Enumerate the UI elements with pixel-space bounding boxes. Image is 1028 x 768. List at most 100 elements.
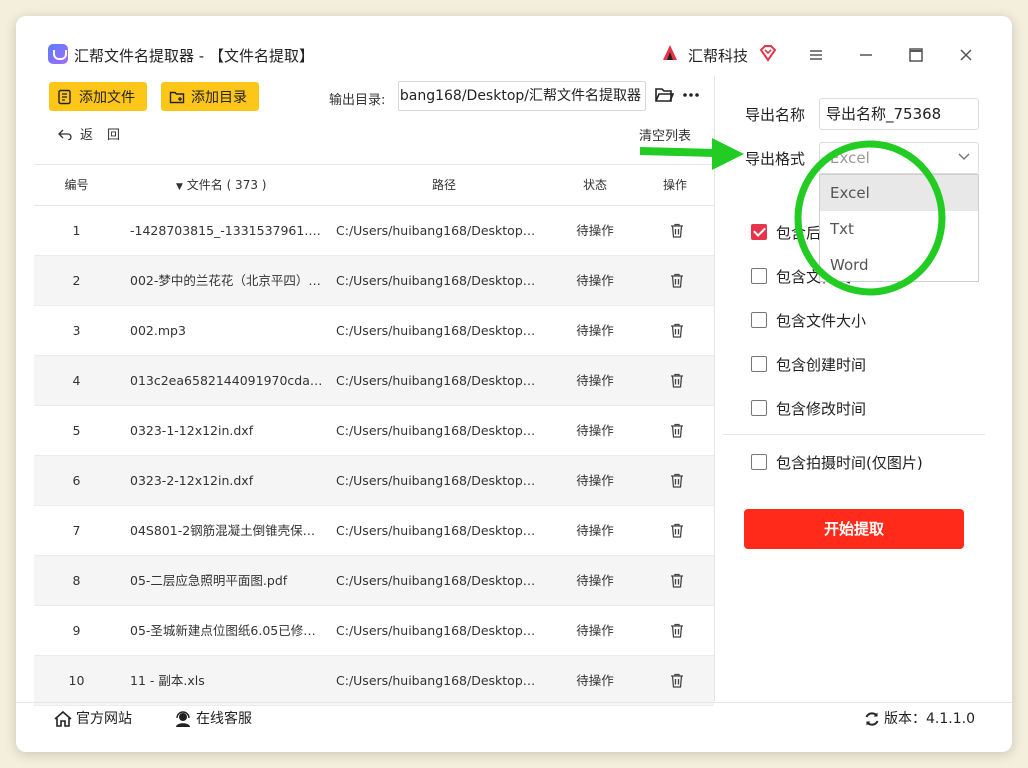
- app-window: 汇帮文件名提取器 - 【文件名提取】 汇帮科技 添加文件 添加目录 输出目录: …: [16, 16, 1012, 752]
- row-status: 待操作: [576, 323, 614, 338]
- table-row[interactable]: 7 04S801-2钢筋混凝土倒锥壳保温... C:/Users/huibang16…: [34, 506, 714, 556]
- row-delete-button[interactable]: [662, 506, 692, 555]
- window-title: 汇帮文件名提取器 - 【文件名提取】: [74, 47, 314, 65]
- add-directory-button[interactable]: 添加目录: [161, 82, 259, 111]
- row-status: 待操作: [576, 573, 614, 588]
- table-row[interactable]: 5 0323-1-12x12in.dxf C:/Users/huibang168/D…: [34, 406, 714, 456]
- customer-service-icon: [176, 711, 190, 727]
- table-row[interactable]: 10 11 - 副本.xls C:/Users/huibang168/Desktop…: [34, 656, 714, 706]
- row-status: 待操作: [576, 673, 614, 688]
- option-checkbox-label: 包含修改时间: [776, 400, 867, 418]
- format-option-txt[interactable]: Txt: [820, 211, 978, 247]
- official-site-link[interactable]: 官方网站: [54, 703, 132, 735]
- option-checkbox[interactable]: [751, 312, 767, 328]
- table-body: 1 -1428703815_-1331537961.png C:/Users/hui…: [34, 206, 714, 706]
- minimize-icon[interactable]: [857, 46, 875, 64]
- trash-icon: [671, 623, 683, 638]
- row-delete-button[interactable]: [662, 306, 692, 355]
- row-no: 7: [72, 523, 81, 538]
- row-status: 待操作: [576, 473, 614, 488]
- row-no: 5: [72, 423, 81, 438]
- title-bar: 汇帮文件名提取器 - 【文件名提取】 汇帮科技: [16, 16, 1012, 76]
- row-status: 待操作: [576, 223, 614, 238]
- vip-diamond-icon[interactable]: [758, 43, 778, 63]
- row-delete-button[interactable]: [662, 206, 692, 255]
- add-folder-icon: [169, 91, 185, 103]
- format-option-word[interactable]: Word: [820, 247, 978, 283]
- row-no: 1: [72, 223, 81, 238]
- row-delete-button[interactable]: [662, 606, 692, 655]
- row-filename: 05-二层应急照明平面图.pdf: [130, 573, 288, 588]
- row-filename: 002.mp3: [130, 323, 186, 338]
- add-file-button[interactable]: 添加文件: [49, 82, 147, 111]
- trash-icon: [671, 323, 683, 338]
- table-row[interactable]: 2 002-梦中的兰花花（北京平四）.m... C:/Users/huibang16…: [34, 256, 714, 306]
- more-options-icon[interactable]: [682, 92, 700, 98]
- table-row[interactable]: 1 -1428703815_-1331537961.png C:/Users/hui…: [34, 206, 714, 256]
- row-filename: 04S801-2钢筋混凝土倒锥壳保温...: [130, 523, 324, 538]
- back-button[interactable]: 返回: [58, 124, 134, 143]
- trash-icon: [671, 423, 683, 438]
- export-settings-panel: 导出名称 导出名称_75368 导出格式 Excel Excel Txt Wor…: [715, 76, 995, 701]
- menu-icon[interactable]: [807, 46, 825, 64]
- add-file-label: 添加文件: [79, 89, 135, 106]
- trash-icon: [671, 223, 683, 238]
- table-row[interactable]: 6 0323-2-12x12in.dxf C:/Users/huibang168/D…: [34, 456, 714, 506]
- row-path: C:/Users/huibang168/Desktop/...: [336, 673, 536, 688]
- maximize-icon[interactable]: [907, 46, 925, 64]
- header-op: 操作: [663, 178, 688, 192]
- header-status: 状态: [583, 178, 608, 192]
- app-logo-icon: [48, 44, 68, 64]
- option-checkbox[interactable]: [751, 224, 767, 240]
- sort-caret-icon: ▼: [176, 182, 183, 192]
- row-filename: -1428703815_-1331537961.png: [130, 223, 324, 238]
- table-header: 编号 ▼ 文件名 ( 373 ) 路径 状态 操作: [34, 164, 714, 206]
- export-format-label: 导出格式: [745, 150, 806, 168]
- clear-list-button[interactable]: 清空列表: [639, 125, 691, 144]
- row-delete-button[interactable]: [662, 256, 692, 305]
- table-row[interactable]: 3 002.mp3 C:/Users/huibang168/Desktop/... 待…: [34, 306, 714, 356]
- row-no: 6: [72, 473, 81, 488]
- row-delete-button[interactable]: [662, 656, 692, 705]
- row-filename: 0323-1-12x12in.dxf: [130, 423, 254, 438]
- row-path: C:/Users/huibang168/Desktop/...: [336, 573, 536, 588]
- trash-icon: [671, 373, 683, 388]
- header-name-sort[interactable]: ▼ 文件名 ( 373 ): [176, 165, 266, 207]
- start-extract-button[interactable]: 开始提取: [744, 509, 964, 549]
- export-name-input[interactable]: 导出名称_75368: [819, 98, 979, 130]
- table-row[interactable]: 4 013c2ea6582144091970cdabec... C:/Users/h…: [34, 356, 714, 406]
- row-status: 待操作: [576, 523, 614, 538]
- row-no: 4: [72, 373, 81, 388]
- header-no: 编号: [64, 178, 89, 192]
- trash-icon: [671, 673, 683, 688]
- photo-time-checkbox[interactable]: [751, 454, 767, 470]
- row-delete-button[interactable]: [662, 406, 692, 455]
- option-checkbox-label: 包含创建时间: [776, 356, 867, 374]
- row-path: C:/Users/huibang168/Desktop/...: [336, 473, 536, 488]
- trash-icon: [671, 473, 683, 488]
- option-checkbox[interactable]: [751, 268, 767, 284]
- format-dropdown: Excel Txt Word: [819, 174, 979, 282]
- row-path: C:/Users/huibang168/Desktop/...: [336, 273, 536, 288]
- close-icon[interactable]: [957, 46, 975, 64]
- row-no: 8: [72, 573, 81, 588]
- option-checkbox[interactable]: [751, 400, 767, 416]
- row-filename: 002-梦中的兰花花（北京平四）.m...: [130, 273, 324, 288]
- version-check-button[interactable]: 版本：4.1.1.0: [864, 703, 975, 735]
- row-delete-button[interactable]: [662, 456, 692, 505]
- folder-open-icon[interactable]: [654, 86, 674, 104]
- table-row[interactable]: 8 05-二层应急照明平面图.pdf C:/Users/huibang168/Des…: [34, 556, 714, 606]
- online-service-link[interactable]: 在线客服: [174, 703, 252, 735]
- output-dir-label: 输出目录:: [329, 93, 386, 108]
- option-checkbox[interactable]: [751, 356, 767, 372]
- row-no: 3: [72, 323, 81, 338]
- format-option-excel[interactable]: Excel: [820, 175, 978, 211]
- row-filename: 013c2ea6582144091970cdabec...: [130, 373, 324, 388]
- row-no: 10: [68, 673, 85, 688]
- row-status: 待操作: [576, 373, 614, 388]
- row-delete-button[interactable]: [662, 556, 692, 605]
- output-dir-input[interactable]: C:/Users/huibang168/Desktop/汇帮文件名提取器: [398, 81, 646, 111]
- table-row[interactable]: 9 05-圣城新建点位图纸6.05已修改... C:/Users/huibang16…: [34, 606, 714, 656]
- row-delete-button[interactable]: [662, 356, 692, 405]
- export-format-select[interactable]: Excel: [819, 142, 979, 174]
